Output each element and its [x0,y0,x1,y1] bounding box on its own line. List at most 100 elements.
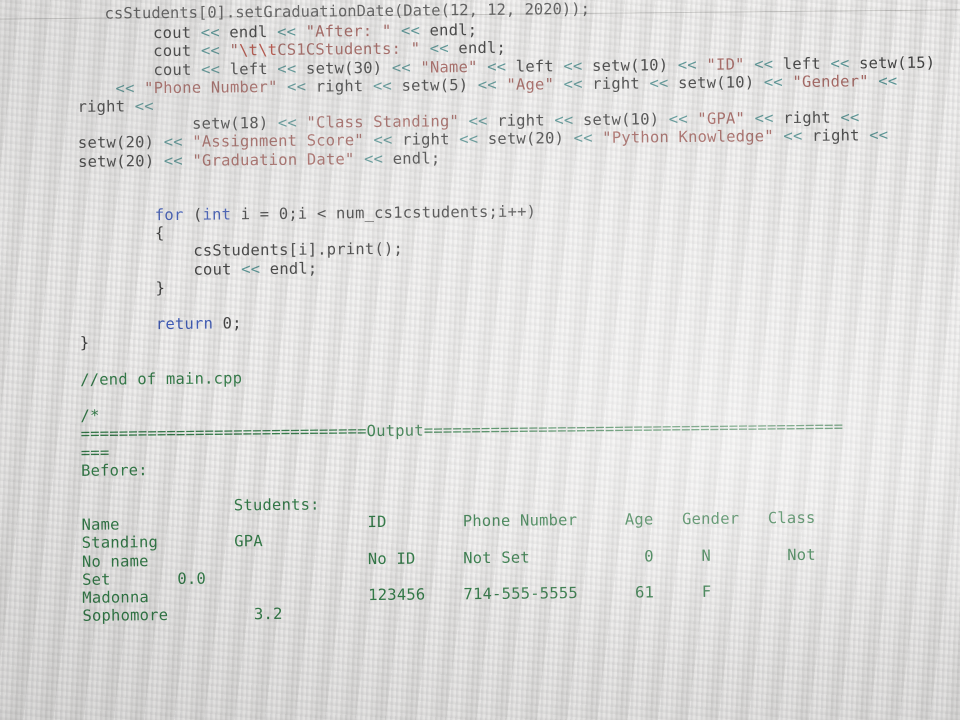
code-token: setw(30) [296,58,392,78]
code-token: setw(20) [478,129,574,149]
code-token: << [754,54,774,73]
code-token: left [506,56,564,76]
code-token: << [200,23,220,42]
code-token: << [134,97,154,116]
code-token: << [649,73,669,93]
code-token: << [554,111,574,130]
code-token: << [400,21,421,40]
code-token: "ID" [706,55,745,74]
code-token: << [363,149,384,168]
code-token: endl; [260,259,318,278]
code-token: } [79,334,90,353]
code-body[interactable]: cout << endl << "After: " << endl; cout … [77,0,941,625]
code-token: Sophomore 3.2 [82,605,283,626]
code-document[interactable]: csStudents[0].setGraduationDate(Date(12,… [0,0,960,720]
code-token: << [487,57,507,76]
code-token: << [754,109,774,128]
code-token: << [763,72,784,92]
code-token: endl; [419,21,478,40]
code-token: Students: [81,495,320,516]
code-token: for [154,205,184,225]
screen-photo: Draw Highlight csStudents[0].setGraduati… [0,0,960,720]
code-token: left [773,54,831,73]
code-token: setw(18) [77,114,278,134]
code-token: setw(10) [582,55,678,75]
code-token: "Class Standing" [306,112,460,132]
code-token: return [155,314,214,334]
code-token: << [277,113,298,133]
code-token: << [115,79,135,98]
code-token: << [163,151,184,170]
code-token: << [573,129,593,148]
code-token: << [200,41,221,61]
code-token: "GPA" [697,109,746,129]
code-token: Standing GPA [81,532,263,553]
code-token: endl; [383,148,441,168]
code-token: << [783,127,803,146]
code-token: right [306,76,374,96]
code-token: " [229,41,240,60]
code-token: "Age" [506,75,555,94]
code-token: right [773,108,841,128]
code-token: Set 0.0 [81,569,207,589]
code-token: /* [80,406,100,425]
code-token: << [372,76,393,95]
code-token: "Assignment Score" [192,131,364,152]
code-token: << [201,60,221,79]
code-token: setw(20) [77,133,164,153]
code-token: << [878,71,898,90]
code-token: \t\t [239,41,278,60]
code-token: << [840,108,860,127]
code-token: << [163,133,183,152]
code-token: right [487,111,555,131]
code-token: 0; [213,314,242,333]
code-token: { [78,224,165,244]
code-token: i = 0;i < num_cs1cstudents;i++) [231,202,537,224]
code-token: "After: " [305,22,392,41]
code-token: ( [183,205,203,224]
code-token: << [277,59,297,78]
code-token: Before: [80,460,148,480]
code-token: "Name" [420,57,478,77]
code-token: === [80,443,110,462]
code-token: setw(10) [573,110,669,130]
code-token: cout [76,42,202,62]
code-token: right [392,130,460,150]
code-token: setw(5) [391,75,478,95]
code-token: << [677,55,697,74]
code-token: setw(10) [668,73,764,92]
code-token: right [582,74,650,93]
code-token: << [563,74,583,93]
code-token: setw(15) [849,53,936,73]
code-token: setw(20) [77,151,164,171]
code-token: << [668,110,688,129]
code-token: left [220,59,278,79]
code-token: << [276,22,297,42]
code-token: << [429,39,449,58]
code-token: right [77,97,135,116]
code-token: "Gender" [792,72,869,91]
code-token: "Graduation Date" [192,149,355,170]
code-token: << [459,130,479,149]
code-token: right [802,126,870,146]
code-token: << [373,131,393,150]
code-token: cout [77,60,202,80]
code-token: << [241,259,261,278]
